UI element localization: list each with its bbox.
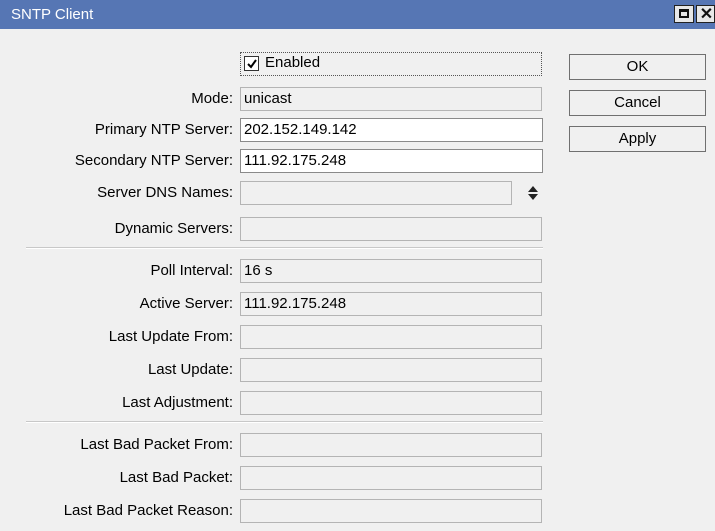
last-bad-packet-field[interactable]: [240, 466, 542, 490]
dynamic-servers-field[interactable]: [240, 217, 542, 241]
secondary-ntp-server-label: Secondary NTP Server:: [74, 152, 233, 169]
mode-label: Mode:: [191, 90, 233, 107]
server-dns-names-label: Server DNS Names:: [97, 184, 233, 201]
close-icon[interactable]: ✕: [696, 5, 715, 23]
primary-ntp-server-label: Primary NTP Server:: [94, 121, 233, 138]
last-bad-packet-from-label: Last Bad Packet From:: [80, 436, 233, 453]
title-bar[interactable]: SNTP Client ✕: [0, 0, 715, 29]
checkmark-icon: [247, 59, 257, 69]
mode-field[interactable]: unicast: [240, 87, 542, 111]
last-bad-packet-reason-field[interactable]: [240, 499, 542, 523]
apply-button[interactable]: Apply: [569, 126, 706, 152]
enabled-checkbox[interactable]: [244, 56, 259, 71]
active-server-field[interactable]: 111.92.175.248: [240, 292, 542, 316]
last-update-label: Last Update:: [147, 361, 233, 378]
window-title: SNTP Client: [11, 6, 94, 23]
cancel-button[interactable]: Cancel: [569, 90, 706, 116]
separator: [26, 247, 543, 249]
active-server-label: Active Server:: [139, 295, 233, 312]
last-bad-packet-reason-label: Last Bad Packet Reason:: [63, 502, 233, 519]
secondary-ntp-server-input[interactable]: 111.92.175.248: [240, 149, 543, 173]
ok-button[interactable]: OK: [569, 54, 706, 80]
separator: [26, 421, 543, 423]
last-update-from-label: Last Update From:: [108, 328, 233, 345]
last-adjustment-label: Last Adjustment:: [122, 394, 233, 411]
sntp-client-window: SNTP Client ✕ Enabled Mode: unicast Prim…: [0, 0, 715, 531]
last-bad-packet-label: Last Bad Packet:: [119, 469, 233, 486]
last-update-field[interactable]: [240, 358, 542, 382]
primary-ntp-server-input[interactable]: 202.152.149.142: [240, 118, 543, 142]
last-update-from-field[interactable]: [240, 325, 542, 349]
expand-updown-icon[interactable]: [527, 185, 539, 201]
poll-interval-label: Poll Interval:: [150, 262, 233, 279]
server-dns-names-field[interactable]: [240, 181, 512, 205]
maximize-icon[interactable]: [674, 5, 694, 23]
enabled-label[interactable]: Enabled: [265, 54, 320, 71]
poll-interval-field[interactable]: 16 s: [240, 259, 542, 283]
last-bad-packet-from-field[interactable]: [240, 433, 542, 457]
last-adjustment-field[interactable]: [240, 391, 542, 415]
dynamic-servers-label: Dynamic Servers:: [114, 220, 233, 237]
